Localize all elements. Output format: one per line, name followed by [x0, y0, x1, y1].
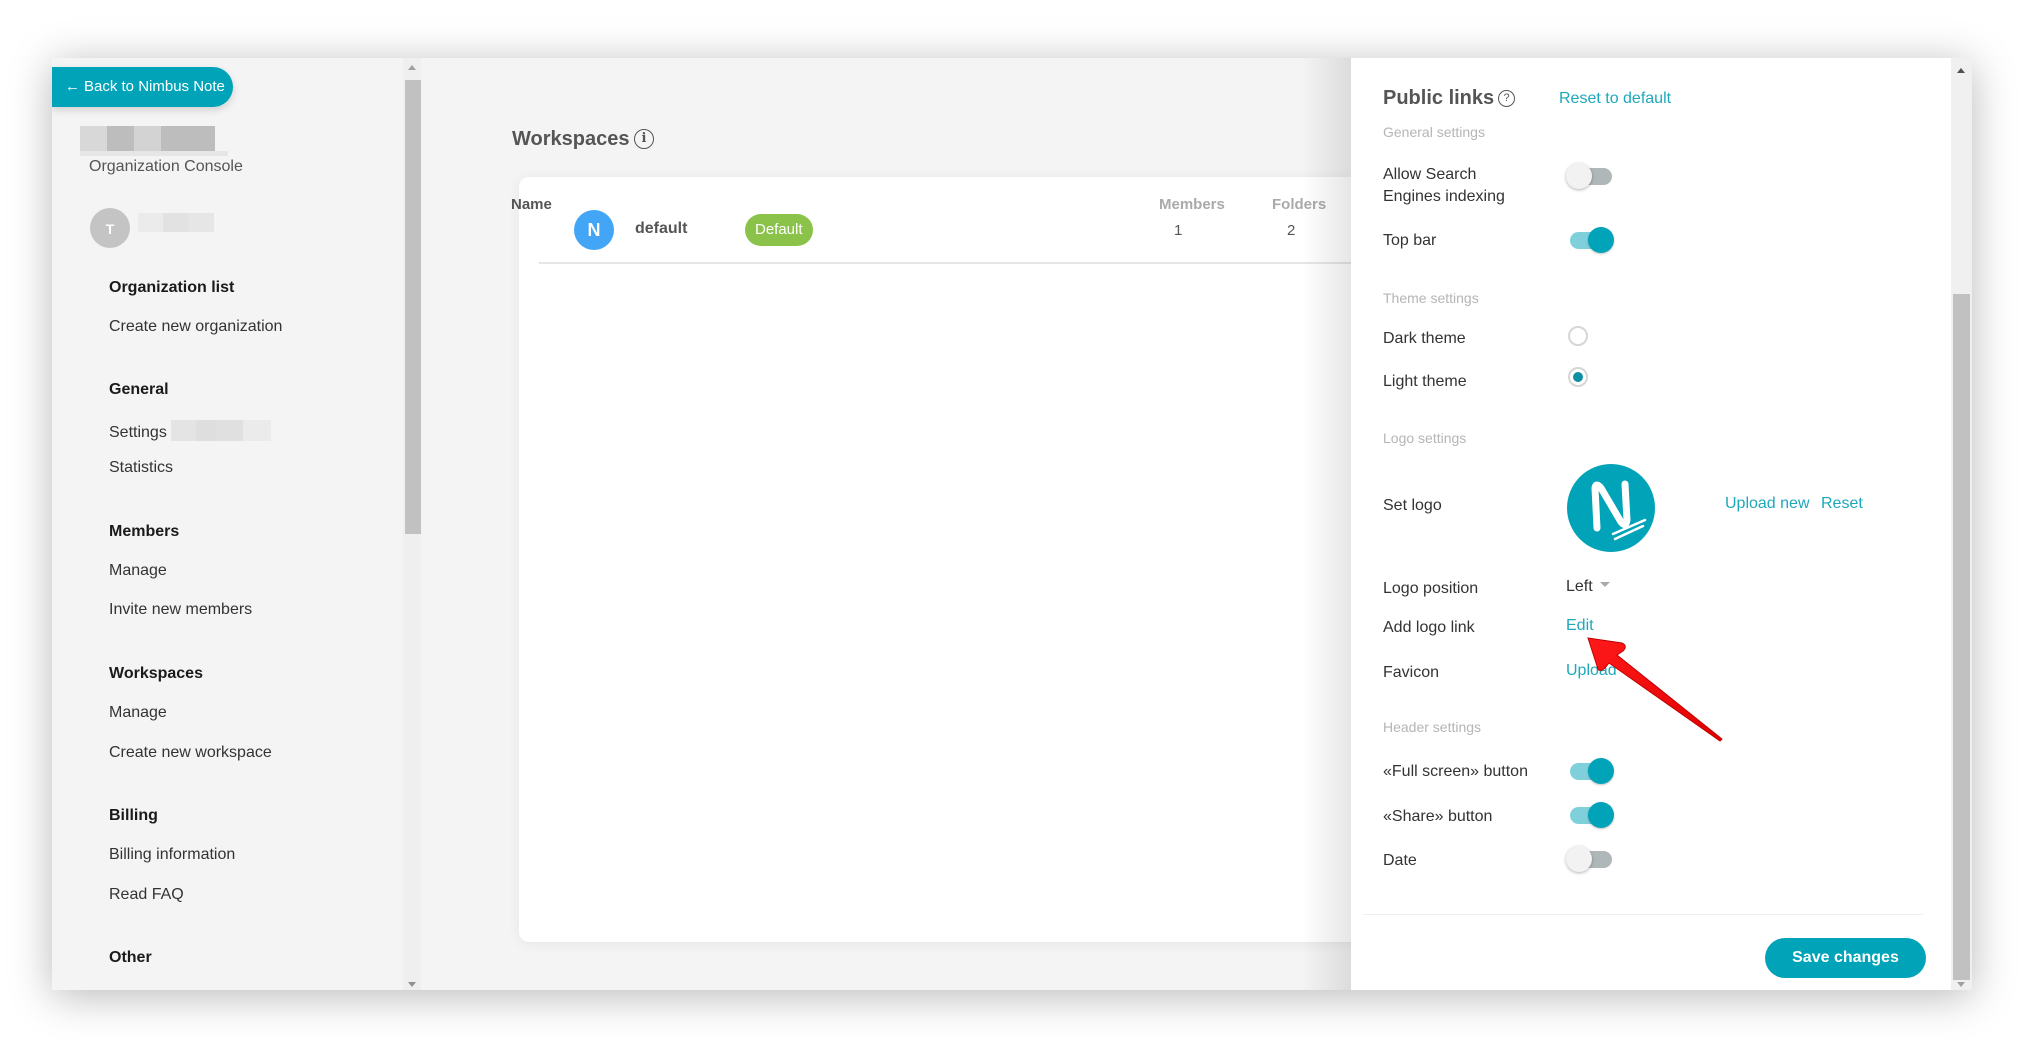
reset-logo-link[interactable]: Reset [1821, 495, 1863, 513]
date-toggle[interactable] [1566, 844, 1614, 872]
upload-favicon-link[interactable]: Upload [1566, 662, 1617, 680]
scroll-up-arrow-icon[interactable] [408, 65, 416, 70]
redacted-text [170, 420, 271, 441]
table-row[interactable]: N default Default 1 2 0 [539, 177, 1439, 264]
share-button-label: «Share» button [1383, 808, 1493, 825]
save-changes-button[interactable]: Save changes [1765, 938, 1926, 978]
organization-name-redacted [80, 126, 215, 151]
section-general-settings: General settings [1383, 124, 1485, 140]
panel-title: Public links [1383, 87, 1495, 109]
scroll-down-arrow-icon[interactable] [408, 982, 416, 987]
nav-item-workspaces-manage[interactable]: Manage [109, 704, 167, 722]
column-header-folders[interactable]: Folders [1272, 196, 1326, 213]
app-window: ← Back to Nimbus Note Organization Consol… [52, 58, 1972, 990]
top-bar-label: Top bar [1383, 232, 1437, 249]
page-title: Workspaces [512, 128, 630, 150]
nav-item-billing-information[interactable]: Billing information [109, 846, 235, 864]
nav-item-create-new-workspace[interactable]: Create new workspace [109, 744, 272, 762]
search-indexing-toggle[interactable] [1566, 161, 1614, 189]
nav-heading-workspaces: Workspaces [109, 665, 203, 682]
default-badge: Default [745, 214, 813, 246]
light-theme-label: Light theme [1383, 373, 1467, 390]
sidebar-scrollbar-thumb[interactable] [405, 80, 421, 534]
search-indexing-label-line1: Allow Search [1383, 166, 1477, 183]
workspaces-main: Workspaces i N default Default 1 2 0 Nam… [422, 58, 1439, 990]
upload-new-logo-link[interactable]: Upload new [1725, 495, 1810, 513]
set-logo-label: Set logo [1383, 497, 1442, 514]
section-header-settings: Header settings [1383, 719, 1482, 735]
panel-scrollbar-thumb[interactable] [1953, 294, 1970, 980]
nav-item-settings[interactable]: Settings [109, 420, 271, 442]
sidebar-scrollbar[interactable] [403, 58, 421, 990]
full-screen-button-toggle[interactable] [1566, 756, 1614, 784]
nav-heading-organization-list[interactable]: Organization list [109, 279, 234, 297]
nav-item-statistics[interactable]: Statistics [109, 459, 173, 477]
panel-footer-divider [1363, 914, 1923, 915]
search-indexing-label-line2: Engines indexing [1383, 188, 1505, 205]
back-button-label: Back to Nimbus Note [84, 78, 225, 95]
reset-to-default-link[interactable]: Reset to default [1559, 90, 1671, 108]
arrow-left-icon: ← [65, 78, 80, 95]
favicon-label: Favicon [1383, 664, 1440, 681]
nav-item-read-faq[interactable]: Read FAQ [109, 886, 184, 904]
column-header-name[interactable]: Name [511, 196, 552, 213]
full-screen-button-label: «Full screen» button [1383, 763, 1528, 780]
top-bar-toggle[interactable] [1566, 225, 1614, 253]
nav-item-create-new-organization[interactable]: Create new organization [109, 318, 282, 336]
scroll-down-arrow-icon[interactable] [1957, 982, 1965, 987]
nav-heading-members: Members [109, 523, 180, 540]
nav-item-members-manage[interactable]: Manage [109, 562, 167, 580]
user-name-redacted [138, 213, 214, 232]
organization-console-label: Organization Console [89, 158, 243, 175]
nav-heading-other: Other [109, 949, 152, 966]
column-header-members[interactable]: Members [1159, 196, 1225, 213]
nav-item-invite-new-members[interactable]: Invite new members [109, 601, 252, 619]
workspaces-table-card: N default Default 1 2 0 [519, 177, 1439, 942]
logo-position-dropdown[interactable]: Left [1566, 578, 1610, 596]
date-label: Date [1383, 852, 1417, 869]
logo-link-label: Add logo link [1383, 619, 1475, 636]
nav-heading-general: General [109, 381, 169, 398]
share-button-toggle[interactable] [1566, 800, 1614, 828]
caret-down-icon [1599, 582, 1610, 587]
section-theme-settings: Theme settings [1383, 290, 1479, 306]
workspace-name[interactable]: default [635, 220, 687, 238]
public-links-panel: Public links ? Reset to default General … [1351, 58, 1972, 990]
search-indexing-label: Allow Search Engines indexing [1383, 164, 1505, 208]
logo-position-label: Logo position [1383, 580, 1479, 597]
scroll-up-arrow-icon[interactable] [1957, 68, 1965, 73]
info-icon[interactable]: i [634, 129, 654, 149]
nav-heading-billing: Billing [109, 807, 158, 824]
folders-count: 2 [1287, 222, 1296, 239]
nav-item-settings-label: Settings [109, 424, 167, 441]
logo-position-value: Left [1566, 578, 1593, 595]
edit-logo-link[interactable]: Edit [1566, 617, 1594, 635]
dark-theme-radio[interactable] [1568, 326, 1588, 346]
user-avatar[interactable]: T [90, 208, 130, 248]
workspace-avatar: N [574, 210, 614, 250]
nimbus-logo-icon [1591, 480, 1647, 541]
light-theme-radio[interactable] [1568, 367, 1588, 387]
dark-theme-label: Dark theme [1383, 330, 1466, 347]
logo-preview [1567, 464, 1655, 552]
members-count: 1 [1174, 222, 1183, 239]
section-logo-settings: Logo settings [1383, 430, 1467, 446]
back-to-nimbus-note-button[interactable]: ← Back to Nimbus Note [52, 67, 233, 107]
sidebar: ← Back to Nimbus Note Organization Consol… [52, 58, 422, 990]
question-circle-icon[interactable]: ? [1498, 90, 1515, 107]
organization-name-underline [80, 151, 228, 156]
panel-scrollbar[interactable] [1951, 58, 1972, 990]
